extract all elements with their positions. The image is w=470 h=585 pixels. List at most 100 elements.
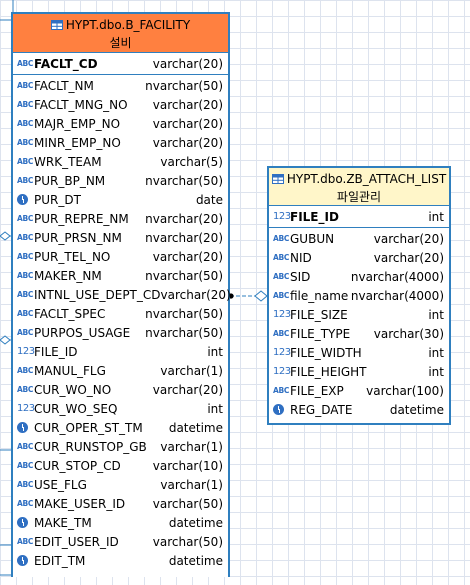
abc-icon: ABC xyxy=(273,253,290,262)
column-name: PURPOS_USAGE xyxy=(34,325,131,340)
column-row[interactable]: ABC NID varchar(20) xyxy=(269,248,449,267)
column-type: datetime xyxy=(389,402,444,417)
column-row[interactable]: PUR_DT date xyxy=(13,190,228,209)
column-type: nvarchar(20) xyxy=(145,230,223,245)
column-row[interactable]: ABC PUR_PRSN_NM nvarchar(20) xyxy=(13,228,228,247)
abc-icon: ABC xyxy=(17,366,34,375)
column-name: FACLT_CD xyxy=(34,56,98,71)
column-row[interactable]: ABC FACLT_NM nvarchar(50) xyxy=(13,76,228,95)
column-type: nvarchar(50) xyxy=(145,325,223,340)
table-icon xyxy=(271,174,284,184)
column-row[interactable]: EDIT_TM datetime xyxy=(13,551,228,570)
datetime-icon xyxy=(17,194,34,205)
column-row[interactable]: 123 FILE_SIZE int xyxy=(269,305,449,324)
column-row[interactable]: CUR_OPER_ST_TM datetime xyxy=(13,418,228,437)
column-row[interactable]: ABC FILE_TYPE varchar(30) xyxy=(269,324,449,343)
abc-icon: ABC xyxy=(273,234,290,243)
column-name: PUR_PRSN_NM xyxy=(34,230,122,245)
column-row[interactable]: 123 CUR_WO_SEQ int xyxy=(13,399,228,418)
datetime-icon xyxy=(17,422,34,433)
column-row[interactable]: ABC FACLT_MNG_NO varchar(20) xyxy=(13,95,228,114)
column-name: CUR_OPER_ST_TM xyxy=(34,420,143,435)
column-row[interactable]: ABC FACLT_SPEC nvarchar(50) xyxy=(13,304,228,323)
column-type: int xyxy=(428,209,444,224)
entity-header[interactable]: HYPT.dbo.ZB_ATTACH_LIST 파일관리 xyxy=(269,168,449,206)
entity-title: HYPT.dbo.ZB_ATTACH_LIST xyxy=(286,172,447,186)
column-name: EDIT_TM xyxy=(34,553,86,568)
column-row[interactable]: ABC SID nvarchar(4000) xyxy=(269,267,449,286)
column-row[interactable]: ABC CUR_RUNSTOP_GB varchar(1) xyxy=(13,437,228,456)
entity-subtitle: 파일관리 xyxy=(336,190,382,204)
entity-b-facility[interactable]: HYPT.dbo.B_FACILITY 설비 ABC FACLT_CD varc… xyxy=(11,12,231,577)
abc-icon: ABC xyxy=(17,442,34,451)
pk-column-row[interactable]: 123 FILE_ID int xyxy=(269,206,449,228)
relationship-one-end xyxy=(254,290,268,302)
entity-header[interactable]: HYPT.dbo.B_FACILITY 설비 xyxy=(13,14,228,53)
abc-icon: ABC xyxy=(273,329,290,338)
offscreen-relation-diamond xyxy=(0,335,11,345)
column-name: FACLT_MNG_NO xyxy=(34,97,128,112)
column-row[interactable]: ABC file_name nvarchar(4000) xyxy=(269,286,449,305)
numeric-icon: 123 xyxy=(273,366,291,377)
column-row[interactable]: ABC PUR_TEL_NO varchar(20) xyxy=(13,247,228,266)
column-row[interactable]: 123 FILE_ID int xyxy=(13,342,228,361)
column-type: date xyxy=(195,192,223,207)
column-type: varchar(50) xyxy=(152,534,223,549)
column-type: varchar(50) xyxy=(152,496,223,511)
column-type: nvarchar(4000) xyxy=(350,288,444,303)
column-row[interactable]: ABC PURPOS_USAGE nvarchar(50) xyxy=(13,323,228,342)
column-row[interactable]: ABC PUR_BP_NM nvarchar(50) xyxy=(13,171,228,190)
abc-icon: ABC xyxy=(17,290,34,299)
column-row[interactable]: 123 FILE_WIDTH int xyxy=(269,343,449,362)
column-type: int xyxy=(428,364,444,379)
column-row[interactable]: MAKE_TM datetime xyxy=(13,513,228,532)
column-type: int xyxy=(428,307,444,322)
abc-icon: ABC xyxy=(273,272,290,281)
column-list: ABC GUBUN varchar(20) ABC NID varchar(20) ABC S… xyxy=(269,228,449,419)
column-row[interactable]: ABC INTNL_USE_DEPT_CD varchar(20) xyxy=(13,285,231,304)
abc-icon: ABC xyxy=(17,309,34,318)
column-row[interactable]: ABC MINR_EMP_NO varchar(20) xyxy=(13,133,228,152)
column-name: FILE_WIDTH xyxy=(290,345,362,360)
pk-column-row[interactable]: ABC FACLT_CD varchar(20) xyxy=(13,53,228,75)
column-row[interactable]: ABC USE_FLG varchar(1) xyxy=(13,475,228,494)
column-type: int xyxy=(207,401,223,416)
column-type: varchar(20) xyxy=(152,135,223,150)
column-type: nvarchar(20) xyxy=(145,211,223,226)
datetime-icon xyxy=(273,404,290,415)
column-row[interactable]: ABC GUBUN varchar(20) xyxy=(269,229,449,248)
abc-icon: ABC xyxy=(17,119,34,128)
abc-icon: ABC xyxy=(17,499,34,508)
abc-icon: ABC xyxy=(17,480,34,489)
abc-icon: ABC xyxy=(17,328,34,337)
column-row[interactable]: ABC MAKE_USER_ID varchar(50) xyxy=(13,494,228,513)
column-row[interactable]: ABC MAKER_NM nvarchar(50) xyxy=(13,266,228,285)
column-name: MAKE_USER_ID xyxy=(34,496,126,511)
column-row[interactable]: ABC MAJR_EMP_NO varchar(20) xyxy=(13,114,228,133)
column-row[interactable]: ABC EDIT_USER_ID varchar(50) xyxy=(13,532,228,551)
column-row[interactable]: ABC CUR_STOP_CD varchar(10) xyxy=(13,456,228,475)
numeric-icon: 123 xyxy=(17,403,35,414)
column-row[interactable]: ABC CUR_WO_NO varchar(20) xyxy=(13,380,228,399)
column-name: CUR_WO_SEQ xyxy=(34,401,118,416)
column-type: nvarchar(50) xyxy=(145,306,223,321)
column-row[interactable]: ABC MANUL_FLG varchar(1) xyxy=(13,361,228,380)
column-row[interactable]: ABC FILE_EXP varchar(100) xyxy=(269,381,449,400)
column-type: varchar(20) xyxy=(373,250,444,265)
entity-zb-attach-list[interactable]: HYPT.dbo.ZB_ATTACH_LIST 파일관리 123 FILE_ID… xyxy=(267,166,451,425)
column-row[interactable]: ABC PUR_REPRE_NM nvarchar(20) xyxy=(13,209,228,228)
column-type: varchar(20) xyxy=(160,287,231,302)
column-type: datetime xyxy=(168,553,223,568)
abc-icon: ABC xyxy=(17,59,34,68)
abc-icon: ABC xyxy=(17,461,34,470)
column-type: varchar(20) xyxy=(373,231,444,246)
datetime-icon xyxy=(17,555,34,566)
column-name: MAJR_EMP_NO xyxy=(34,116,121,131)
column-row[interactable]: 123 FILE_HEIGHT int xyxy=(269,362,449,381)
abc-icon: ABC xyxy=(17,138,34,147)
column-name: PUR_TEL_NO xyxy=(34,249,111,264)
column-row[interactable]: REG_DATE datetime xyxy=(269,400,449,419)
column-name: GUBUN xyxy=(290,231,335,246)
column-row[interactable]: ABC WRK_TEAM varchar(5) xyxy=(13,152,228,171)
abc-icon: ABC xyxy=(17,176,34,185)
